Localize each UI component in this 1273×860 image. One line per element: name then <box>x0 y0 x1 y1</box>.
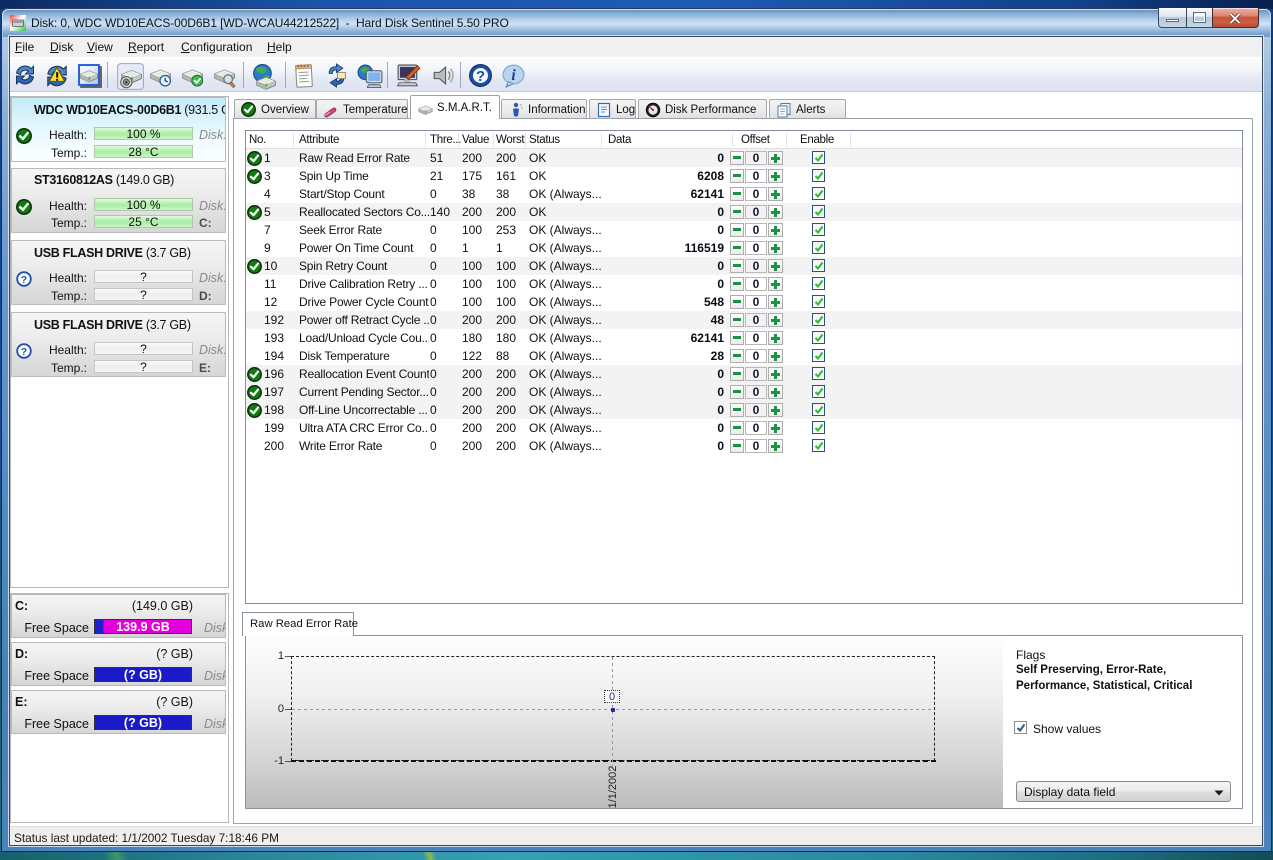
svg-text:i: i <box>511 67 516 84</box>
svg-text:?: ? <box>476 68 485 85</box>
